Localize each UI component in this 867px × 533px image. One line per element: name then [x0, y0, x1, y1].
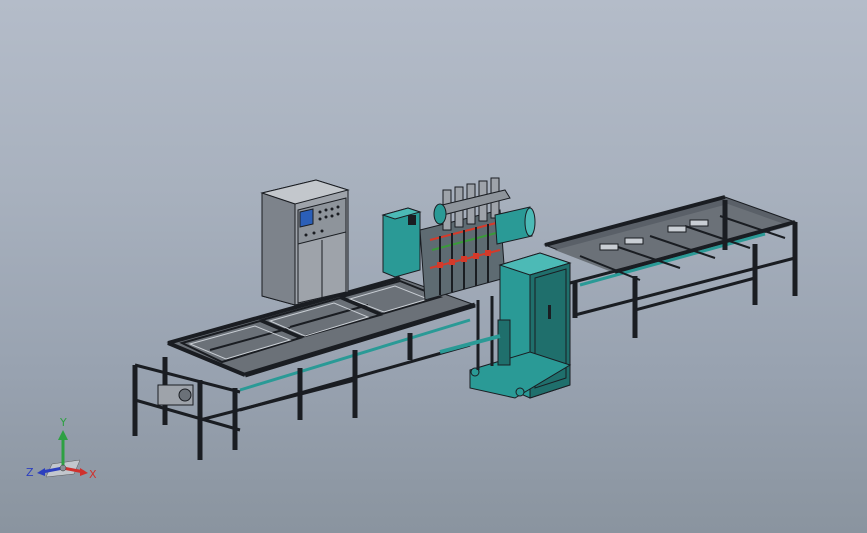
- coordinate-triad: Y X Z: [22, 412, 112, 492]
- outfeed-conveyor: [543, 195, 798, 338]
- x-axis-label: X: [89, 468, 97, 481]
- triad-graphic: Y X Z: [26, 416, 97, 481]
- y-axis-label: Y: [59, 416, 67, 429]
- 3d-model-view[interactable]: [0, 0, 867, 533]
- cad-viewport[interactable]: Y X Z: [0, 0, 867, 533]
- z-axis-label: Z: [26, 466, 34, 479]
- infeed-conveyor: [132, 276, 477, 460]
- electrical-cabinet: [260, 179, 350, 306]
- hmi-screen: [299, 208, 314, 228]
